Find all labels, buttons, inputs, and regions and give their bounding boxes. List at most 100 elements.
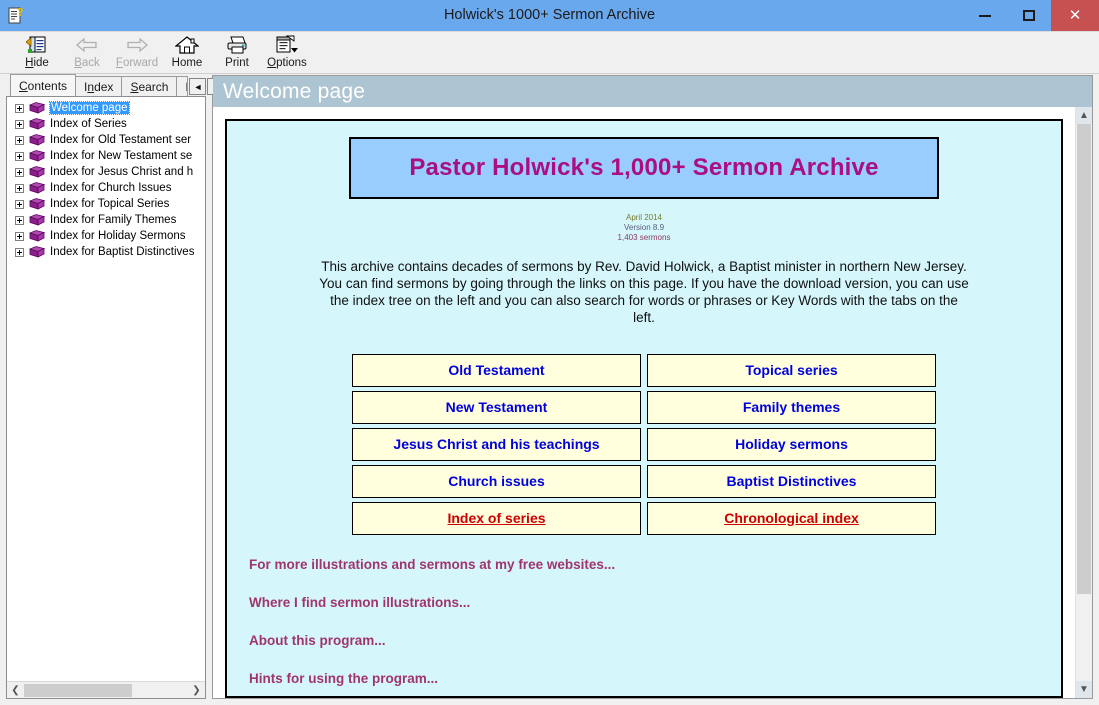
window-body: Contents Index Search Fa ◄ ► — [0, 74, 1099, 705]
content-pane: Welcome page Pastor Holwick's 1,000+ Ser… — [212, 75, 1093, 699]
book-icon — [29, 134, 45, 147]
tree-item[interactable]: Index for Church Issues — [7, 180, 205, 196]
tree-item-label: Welcome page — [50, 102, 129, 114]
book-icon — [29, 166, 45, 179]
link-table-row: Church issues Baptist Distinctives — [352, 465, 936, 498]
section-link[interactable]: Index of series — [447, 510, 545, 526]
link-cell[interactable]: Index of series — [352, 502, 641, 535]
link-cell[interactable]: Topical series — [647, 354, 936, 387]
title-bar[interactable]: ? Holwick's 1000+ Sermon Archive ✕ — [0, 0, 1099, 31]
section-link[interactable]: Family themes — [743, 399, 840, 415]
scroll-left-button[interactable]: ❮ — [7, 682, 24, 699]
tree-item[interactable]: Index for Holiday Sermons — [7, 228, 205, 244]
sermon-count: 1,403 sermons — [227, 233, 1061, 243]
scroll-up-button[interactable]: ▲ — [1076, 107, 1092, 124]
tab-scroll-left-button[interactable]: ◄ — [189, 78, 206, 95]
section-link[interactable]: Chronological index — [724, 510, 859, 526]
intro-line: This archive contains decades of sermons… — [319, 258, 969, 275]
tree-item[interactable]: Index for New Testament se — [7, 148, 205, 164]
section-link[interactable]: Holiday sermons — [735, 436, 848, 452]
expand-plus-icon[interactable] — [15, 152, 24, 161]
link-cell[interactable]: Baptist Distinctives — [647, 465, 936, 498]
hide-button[interactable]: Hide — [12, 32, 62, 74]
help-document-icon: ? — [8, 7, 26, 25]
link-cell[interactable]: Old Testament — [352, 354, 641, 387]
tab-favorites[interactable]: Fa — [176, 76, 188, 96]
contents-tree[interactable]: Welcome page Index of Series Index for Old… — [7, 97, 205, 681]
link-cell[interactable]: Church issues — [352, 465, 641, 498]
tree-item-label: Index of Series — [50, 118, 127, 130]
bottom-link[interactable]: For more illustrations and sermons at my… — [249, 557, 1061, 572]
hscroll-thumb[interactable] — [24, 684, 132, 697]
options-button[interactable]: Options — [262, 32, 312, 74]
minimize-button[interactable] — [963, 0, 1007, 31]
tree-item[interactable]: Index for Family Themes — [7, 212, 205, 228]
expand-plus-icon[interactable] — [15, 120, 24, 129]
vscroll-track[interactable] — [1076, 124, 1092, 681]
forward-button[interactable]: Forward — [112, 32, 162, 74]
bottom-link[interactable]: About this program... — [249, 633, 1061, 648]
print-button-label: Print — [225, 57, 249, 69]
tree-item-label: Index for New Testament se — [50, 150, 192, 162]
book-icon — [29, 246, 45, 259]
scroll-down-button[interactable]: ▼ — [1076, 681, 1092, 698]
vscroll-thumb[interactable] — [1077, 124, 1091, 594]
tab-search[interactable]: Search — [121, 76, 177, 96]
section-link[interactable]: New Testament — [446, 399, 548, 415]
bottom-link-list: For more illustrations and sermons at my… — [249, 557, 1061, 686]
tab-contents-label: Contents — [19, 79, 67, 93]
section-link-table: Old Testament Topical series New Testament… — [346, 350, 942, 539]
section-link[interactable]: Old Testament — [448, 362, 544, 378]
bottom-link[interactable]: Hints for using the program... — [249, 671, 1061, 686]
link-cell[interactable]: Jesus Christ and his teachings — [352, 428, 641, 461]
tree-item-label: Index for Family Themes — [50, 214, 176, 226]
expand-plus-icon[interactable] — [15, 248, 24, 257]
svg-text:?: ? — [17, 7, 23, 19]
tree-item[interactable]: Welcome page — [7, 100, 205, 116]
link-cell[interactable]: Chronological index — [647, 502, 936, 535]
tree-horizontal-scrollbar[interactable]: ❮ ❯ — [7, 681, 205, 698]
intro-paragraph: This archive contains decades of sermons… — [319, 258, 969, 326]
section-link[interactable]: Baptist Distinctives — [727, 473, 857, 489]
section-link[interactable]: Topical series — [745, 362, 837, 378]
version-info: April 2014 Version 8.9 1,403 sermons — [227, 213, 1061, 243]
expand-plus-icon[interactable] — [15, 104, 24, 113]
tab-contents[interactable]: Contents — [10, 74, 76, 96]
section-link[interactable]: Church issues — [448, 473, 544, 489]
page-banner: Pastor Holwick's 1,000+ Sermon Archive — [349, 137, 939, 199]
close-button[interactable]: ✕ — [1051, 0, 1099, 31]
expand-plus-icon[interactable] — [15, 184, 24, 193]
hscroll-track[interactable] — [24, 682, 188, 699]
print-button[interactable]: Print — [212, 32, 262, 74]
content-vertical-scrollbar[interactable]: ▲ ▼ — [1075, 107, 1092, 698]
help-viewer-window: ? Holwick's 1000+ Sermon Archive ✕ — [0, 0, 1099, 705]
tree-item[interactable]: Index for Baptist Distinctives — [7, 244, 205, 260]
maximize-button[interactable] — [1007, 0, 1051, 31]
tree-item[interactable]: Index of Series — [7, 116, 205, 132]
back-button[interactable]: Back — [62, 32, 112, 74]
page-title: Welcome page — [223, 80, 365, 104]
link-cell[interactable]: Family themes — [647, 391, 936, 424]
tree-item[interactable]: Index for Jesus Christ and h — [7, 164, 205, 180]
bottom-link[interactable]: Where I find sermon illustrations... — [249, 595, 1061, 610]
tree-item[interactable]: Index for Topical Series — [7, 196, 205, 212]
tree-item-label: Index for Baptist Distinctives — [50, 246, 194, 258]
version-date: April 2014 — [227, 213, 1061, 223]
scroll-right-button[interactable]: ❯ — [188, 682, 205, 699]
tab-index[interactable]: Index — [75, 76, 122, 96]
expand-plus-icon[interactable] — [15, 216, 24, 225]
expand-plus-icon[interactable] — [15, 168, 24, 177]
section-link[interactable]: Jesus Christ and his teachings — [393, 436, 599, 452]
window-controls: ✕ — [963, 0, 1099, 31]
navigation-pane: Contents Index Search Fa ◄ ► — [6, 74, 206, 699]
tree-item[interactable]: Index for Old Testament ser — [7, 132, 205, 148]
hide-button-label: Hide — [25, 57, 49, 69]
book-icon — [29, 102, 45, 115]
expand-plus-icon[interactable] — [15, 136, 24, 145]
link-cell[interactable]: Holiday sermons — [647, 428, 936, 461]
link-cell[interactable]: New Testament — [352, 391, 641, 424]
chevron-left-icon: ◄ — [194, 82, 203, 92]
expand-plus-icon[interactable] — [15, 232, 24, 241]
expand-plus-icon[interactable] — [15, 200, 24, 209]
home-button[interactable]: Home — [162, 32, 212, 74]
